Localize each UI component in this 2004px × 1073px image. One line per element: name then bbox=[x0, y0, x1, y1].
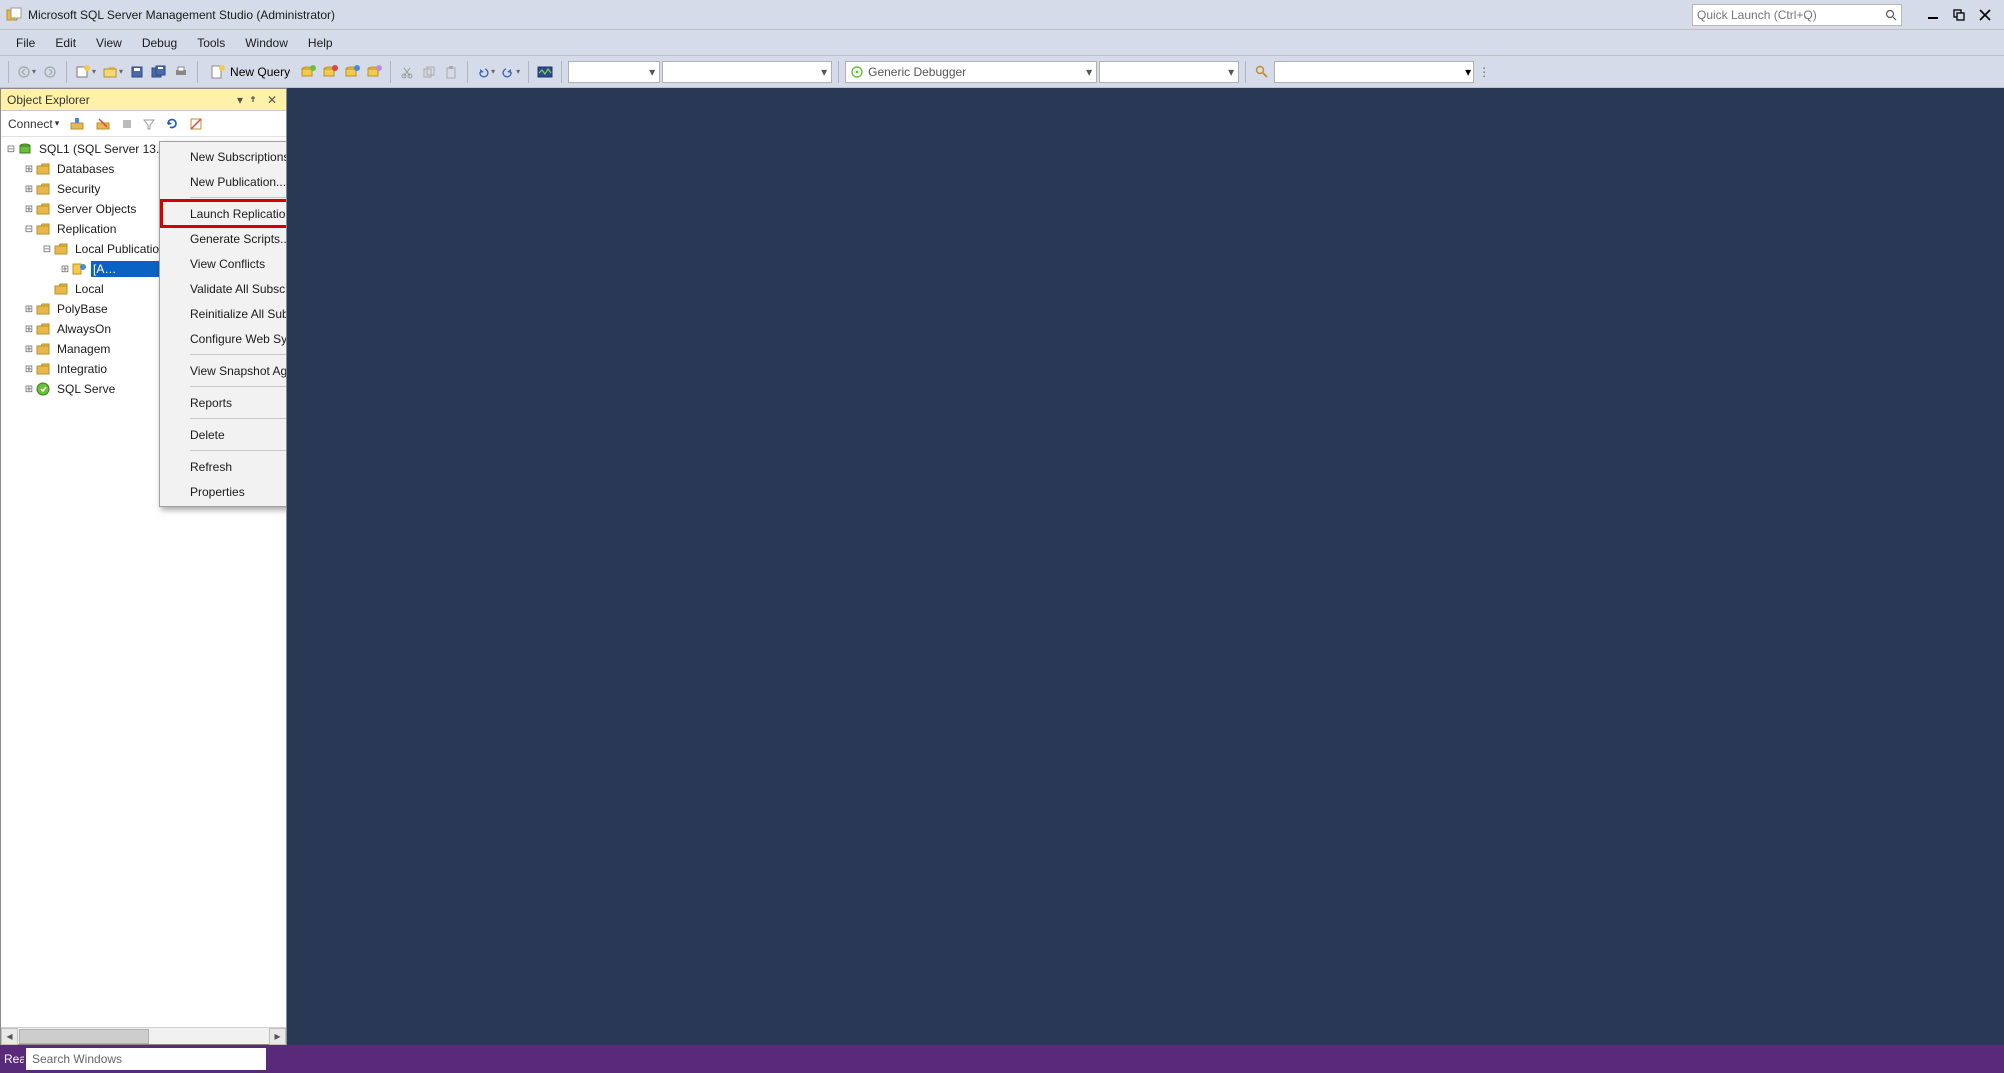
db-query-button-1[interactable] bbox=[298, 60, 318, 84]
db-query-button-4[interactable] bbox=[364, 60, 384, 84]
folder-icon bbox=[53, 241, 69, 257]
stop-icon[interactable] bbox=[118, 114, 136, 134]
copy-button[interactable] bbox=[419, 60, 439, 84]
menu-file[interactable]: File bbox=[6, 33, 45, 53]
redo-button[interactable]: ▾ bbox=[499, 60, 522, 84]
object-explorer-title: Object Explorer bbox=[7, 93, 232, 107]
cm-properties[interactable]: Properties bbox=[162, 479, 286, 504]
cm-view-conflicts[interactable]: View Conflicts bbox=[162, 251, 286, 276]
dropdown-icon[interactable]: ▾ bbox=[232, 93, 248, 107]
search-windows-input[interactable]: Search Windows bbox=[26, 1048, 266, 1070]
cm-configure-web-sync[interactable]: Configure Web Synchronization... bbox=[162, 326, 286, 351]
save-all-button[interactable] bbox=[149, 60, 169, 84]
connect-server-icon[interactable] bbox=[66, 114, 88, 134]
toolbar: ▾ ▾ ▾ New Query ▾ ▾ ▾ ▾ Generic Debugger… bbox=[0, 56, 2004, 88]
object-explorer-header: Object Explorer ▾ ✕ bbox=[1, 89, 286, 111]
close-panel-icon[interactable]: ✕ bbox=[264, 93, 280, 107]
publication-icon bbox=[71, 261, 87, 277]
cm-new-publication[interactable]: New Publication... bbox=[162, 169, 286, 194]
document-area bbox=[287, 88, 2004, 1045]
close-button[interactable] bbox=[1972, 4, 1998, 26]
maximize-button[interactable] bbox=[1946, 4, 1972, 26]
quick-launch-field[interactable] bbox=[1697, 8, 1885, 22]
menubar: File Edit View Debug Tools Window Help bbox=[0, 30, 2004, 56]
folder-icon bbox=[35, 301, 51, 317]
refresh-icon[interactable] bbox=[162, 114, 182, 134]
activity-monitor-button[interactable] bbox=[535, 60, 555, 84]
scroll-left-icon[interactable]: ◂ bbox=[1, 1028, 18, 1045]
horizontal-scrollbar[interactable]: ◂ ▸ bbox=[1, 1027, 286, 1044]
disconnect-server-icon[interactable] bbox=[92, 114, 114, 134]
database-combo[interactable]: ▾ bbox=[568, 61, 660, 83]
save-button[interactable] bbox=[127, 60, 147, 84]
scroll-right-icon[interactable]: ▸ bbox=[269, 1028, 286, 1045]
toolbar-overflow[interactable]: ⋮ bbox=[1478, 65, 1486, 79]
pin-icon[interactable] bbox=[248, 95, 264, 105]
new-query-button[interactable]: New Query bbox=[204, 60, 296, 84]
new-project-button[interactable]: ▾ bbox=[73, 60, 98, 84]
cm-delete[interactable]: Delete bbox=[162, 422, 286, 447]
titlebar: Microsoft SQL Server Management Studio (… bbox=[0, 0, 2004, 30]
menu-debug[interactable]: Debug bbox=[132, 33, 187, 53]
execute-combo[interactable]: ▾ bbox=[662, 61, 832, 83]
print-button[interactable] bbox=[171, 60, 191, 84]
server-icon bbox=[17, 141, 33, 157]
app-title: Microsoft SQL Server Management Studio (… bbox=[28, 8, 335, 22]
scroll-thumb[interactable] bbox=[19, 1029, 149, 1044]
db-query-button-3[interactable] bbox=[342, 60, 362, 84]
object-explorer-tree[interactable]: ⊟ SQL1 (SQL Server 13.0.1601.5 - CONTO ⊞… bbox=[1, 137, 286, 1027]
folder-icon bbox=[35, 181, 51, 197]
menu-tools[interactable]: Tools bbox=[187, 33, 235, 53]
db-query-button-2[interactable] bbox=[320, 60, 340, 84]
minimize-button[interactable] bbox=[1920, 4, 1946, 26]
thread-combo[interactable]: ▾ bbox=[1099, 61, 1239, 83]
debugger-label: Generic Debugger bbox=[868, 65, 966, 79]
cm-reports[interactable]: Reports▶ bbox=[162, 390, 286, 415]
cm-generate-scripts[interactable]: Generate Scripts... bbox=[162, 226, 286, 251]
menu-view[interactable]: View bbox=[86, 33, 132, 53]
debugger-combo[interactable]: Generic Debugger ▾ bbox=[845, 61, 1097, 83]
taskbar: Rea Search Windows bbox=[0, 1045, 2004, 1073]
folder-icon bbox=[35, 341, 51, 357]
object-explorer-panel: Object Explorer ▾ ✕ Connect▾ ⊟ SQL1 (SQL… bbox=[0, 88, 287, 1045]
cm-validate-all-subscriptions[interactable]: Validate All Subscriptions bbox=[162, 276, 286, 301]
cm-refresh[interactable]: Refresh bbox=[162, 454, 286, 479]
menu-window[interactable]: Window bbox=[235, 33, 298, 53]
find-button[interactable] bbox=[1252, 60, 1272, 84]
folder-icon bbox=[35, 361, 51, 377]
agent-icon bbox=[35, 381, 51, 397]
menu-edit[interactable]: Edit bbox=[45, 33, 86, 53]
folder-icon bbox=[35, 221, 51, 237]
cut-button[interactable] bbox=[397, 60, 417, 84]
folder-icon bbox=[35, 161, 51, 177]
menu-help[interactable]: Help bbox=[298, 33, 343, 53]
folder-icon bbox=[53, 281, 69, 297]
cm-view-snapshot-agent[interactable]: View Snapshot Agent Status bbox=[162, 358, 286, 383]
nav-back-button[interactable]: ▾ bbox=[15, 60, 38, 84]
cm-new-subscriptions[interactable]: New Subscriptions... bbox=[162, 144, 286, 169]
script-icon[interactable] bbox=[186, 114, 206, 134]
context-menu: New Subscriptions... New Publication... … bbox=[159, 141, 286, 507]
filter-icon[interactable] bbox=[140, 114, 158, 134]
object-explorer-toolbar: Connect▾ bbox=[1, 111, 286, 137]
new-query-label: New Query bbox=[230, 65, 290, 79]
app-icon bbox=[6, 7, 22, 23]
main-area: Object Explorer ▾ ✕ Connect▾ ⊟ SQL1 (SQL… bbox=[0, 88, 2004, 1045]
folder-icon bbox=[35, 201, 51, 217]
undo-button[interactable]: ▾ bbox=[474, 60, 497, 84]
paste-button[interactable] bbox=[441, 60, 461, 84]
toolbar-search-input[interactable]: ▾ bbox=[1274, 61, 1474, 83]
folder-icon bbox=[35, 321, 51, 337]
status-ready: Rea bbox=[0, 1052, 24, 1066]
connect-button[interactable]: Connect▾ bbox=[5, 114, 62, 134]
quick-launch-input[interactable] bbox=[1692, 4, 1902, 26]
search-icon bbox=[1885, 9, 1897, 21]
nav-fwd-button[interactable] bbox=[40, 60, 60, 84]
cm-reinitialize-all-subscriptions[interactable]: Reinitialize All Subscriptions bbox=[162, 301, 286, 326]
open-button[interactable]: ▾ bbox=[100, 60, 125, 84]
cm-launch-replication-monitor[interactable]: Launch Replication Monitor bbox=[162, 201, 286, 226]
